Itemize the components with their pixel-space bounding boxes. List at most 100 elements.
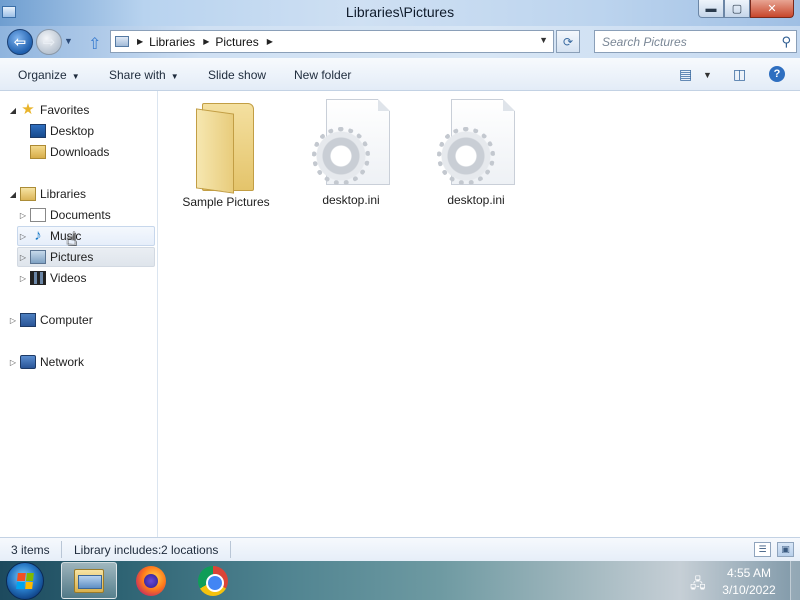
computer-icon (20, 313, 36, 327)
chevron-down-icon: ▼ (170, 72, 179, 81)
nav-music[interactable]: ▷ ♪ Music (17, 226, 155, 246)
file-name: desktop.ini (447, 193, 505, 207)
nav-label: Videos (50, 271, 87, 285)
preview-pane-icon[interactable]: ◫ (733, 66, 746, 83)
taskbar: 🖧 4:55 AM 3/10/2022 (0, 561, 800, 600)
minimize-button[interactable]: ▬ (698, 0, 724, 18)
file-name: Sample Pictures (182, 195, 270, 209)
up-arrow-icon[interactable]: ⇧ (88, 34, 101, 54)
hand-cursor-icon: ☝ (66, 229, 77, 249)
nav-favorites[interactable]: ◢ ★ Favorites (8, 100, 89, 120)
back-arrow-icon: ⇦ (13, 34, 27, 51)
nav-label: Favorites (40, 103, 90, 117)
nav-libraries[interactable]: ◢ Libraries (8, 184, 86, 204)
system-clock[interactable]: 4:55 AM 3/10/2022 (713, 565, 785, 599)
show-desktop-button[interactable] (790, 561, 800, 600)
videos-icon (30, 271, 46, 285)
item-count: 3 items (11, 543, 50, 557)
close-button[interactable]: ✕ (750, 0, 794, 18)
breadcrumb-separator-icon[interactable]: ▶ (267, 37, 273, 46)
nav-downloads[interactable]: Downloads (18, 142, 109, 162)
share-with-menu[interactable]: Share with ▼ (109, 68, 179, 82)
breadcrumb-pictures[interactable]: Pictures (215, 35, 258, 49)
command-bar: Organize ▼ Share with ▼ Slide show New fol… (0, 58, 800, 91)
forward-arrow-icon: ⇨ (42, 34, 56, 51)
config-file-icon (312, 99, 390, 189)
organize-menu[interactable]: Organize ▼ (18, 68, 80, 82)
nav-network[interactable]: ▷ Network (8, 352, 84, 372)
nav-videos[interactable]: ▷ Videos (18, 268, 86, 288)
share-with-label: Share with (109, 68, 166, 82)
expanded-arrow-icon[interactable]: ◢ (8, 106, 18, 115)
collapsed-arrow-icon[interactable]: ▷ (18, 211, 28, 220)
nav-computer[interactable]: ▷ Computer (8, 310, 93, 330)
downloads-icon (30, 145, 46, 159)
search-placeholder: Search Pictures (602, 35, 687, 49)
network-tray-icon[interactable]: 🖧 (690, 573, 706, 597)
windows-logo-icon (16, 573, 34, 589)
maximize-button[interactable]: ▢ (724, 0, 750, 18)
nav-label: Pictures (50, 250, 94, 264)
nav-label: Downloads (50, 145, 110, 159)
expanded-arrow-icon[interactable]: ◢ (8, 190, 18, 199)
nav-label: Computer (40, 313, 93, 327)
help-icon[interactable]: ? (769, 66, 785, 82)
chrome-icon (198, 565, 228, 596)
collapsed-arrow-icon[interactable]: ▷ (18, 232, 28, 241)
nav-pictures[interactable]: ▷ Pictures (17, 247, 155, 267)
nav-desktop[interactable]: Desktop (18, 121, 94, 141)
clock-time: 4:55 AM (726, 566, 772, 580)
organize-label: Organize (18, 68, 67, 82)
collapsed-arrow-icon[interactable]: ▷ (18, 274, 28, 283)
breadcrumb-libraries[interactable]: Libraries (149, 35, 195, 49)
folder-icon (196, 99, 256, 194)
navigation-pane: ◢ ★ Favorites Desktop Downloads ◢ Librar… (0, 91, 158, 537)
details-view-icon[interactable]: ☰ (754, 542, 771, 557)
pictures-icon (30, 250, 46, 264)
locations-link[interactable]: 2 locations (161, 543, 218, 557)
window-title: Libraries\Pictures (345, 4, 455, 20)
nav-label: Desktop (50, 124, 95, 138)
chevron-down-icon: ▼ (71, 72, 80, 81)
firefox-icon (136, 565, 166, 596)
taskbar-explorer[interactable] (61, 562, 117, 599)
nav-label: Libraries (40, 187, 87, 201)
file-item[interactable]: desktop.ini (421, 99, 531, 207)
file-list-area[interactable]: Sample Pictures desktop.ini desktop.ini (159, 91, 800, 537)
breadcrumb-separator-icon[interactable]: ▶ (137, 37, 143, 46)
recent-pages-dropdown-icon[interactable]: ▼ (64, 36, 73, 46)
file-item[interactable]: Sample Pictures (171, 99, 281, 209)
file-name: desktop.ini (322, 193, 380, 207)
collapsed-arrow-icon[interactable]: ▷ (18, 253, 28, 262)
change-view-icon[interactable]: ▤ (679, 66, 692, 83)
taskbar-chrome[interactable] (185, 562, 241, 599)
breadcrumb-separator-icon[interactable]: ▶ (203, 37, 209, 46)
nav-documents[interactable]: ▷ Documents (18, 205, 111, 225)
refresh-button[interactable]: ⟳ (556, 30, 580, 53)
music-note-icon: ♪ (34, 227, 42, 244)
file-item[interactable]: desktop.ini (296, 99, 406, 207)
collapsed-arrow-icon[interactable]: ▷ (8, 358, 18, 367)
address-bar[interactable]: ▶ Libraries ▶ Pictures ▶ ▼ (110, 30, 554, 53)
windows-explorer-icon (74, 568, 104, 593)
library-info-label: Library includes: (74, 543, 162, 557)
status-divider (61, 541, 62, 558)
back-button[interactable]: ⇦ (7, 29, 33, 55)
view-options-dropdown-icon[interactable]: ▼ (703, 70, 712, 80)
network-icon (20, 355, 36, 369)
status-bar: 3 items Library includes: 2 locations ☰ … (0, 537, 800, 561)
start-button[interactable] (6, 562, 44, 600)
collapsed-arrow-icon[interactable]: ▷ (8, 316, 18, 325)
forward-button[interactable]: ⇨ (36, 29, 62, 55)
star-icon: ★ (21, 101, 35, 118)
large-icons-view-icon[interactable]: ▣ (777, 542, 794, 557)
search-input[interactable]: Search Pictures ⚲ (594, 30, 797, 53)
nav-label: Network (40, 355, 85, 369)
title-bar: Libraries\Pictures ▬ ▢ ✕ (0, 0, 800, 26)
address-dropdown-icon[interactable]: ▼ (539, 35, 548, 45)
search-icon[interactable]: ⚲ (781, 34, 791, 50)
taskbar-firefox[interactable] (123, 562, 179, 599)
slide-show-button[interactable]: Slide show (208, 68, 266, 82)
new-folder-button[interactable]: New folder (294, 68, 351, 82)
nav-label: Documents (50, 208, 111, 222)
